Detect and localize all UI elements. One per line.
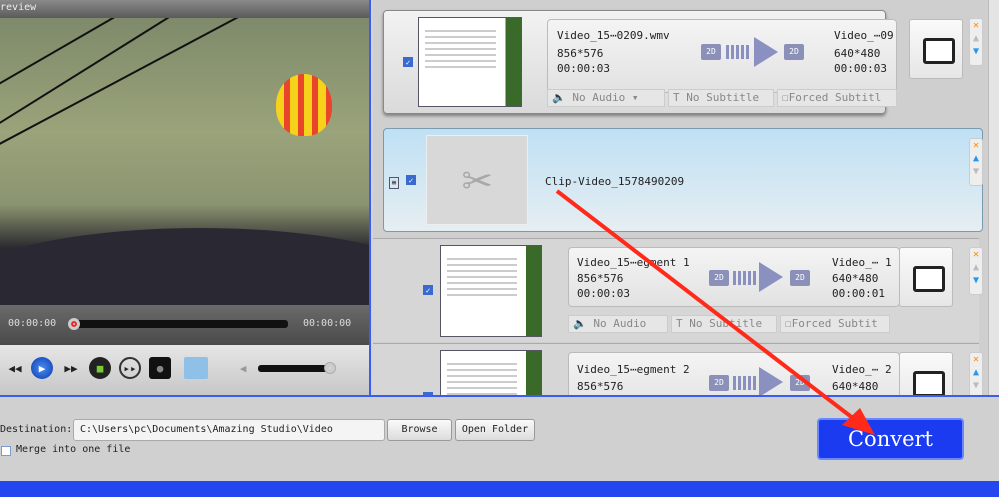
annotation-arrow-line: [555, 189, 860, 424]
annotation-arrow: [555, 189, 875, 435]
